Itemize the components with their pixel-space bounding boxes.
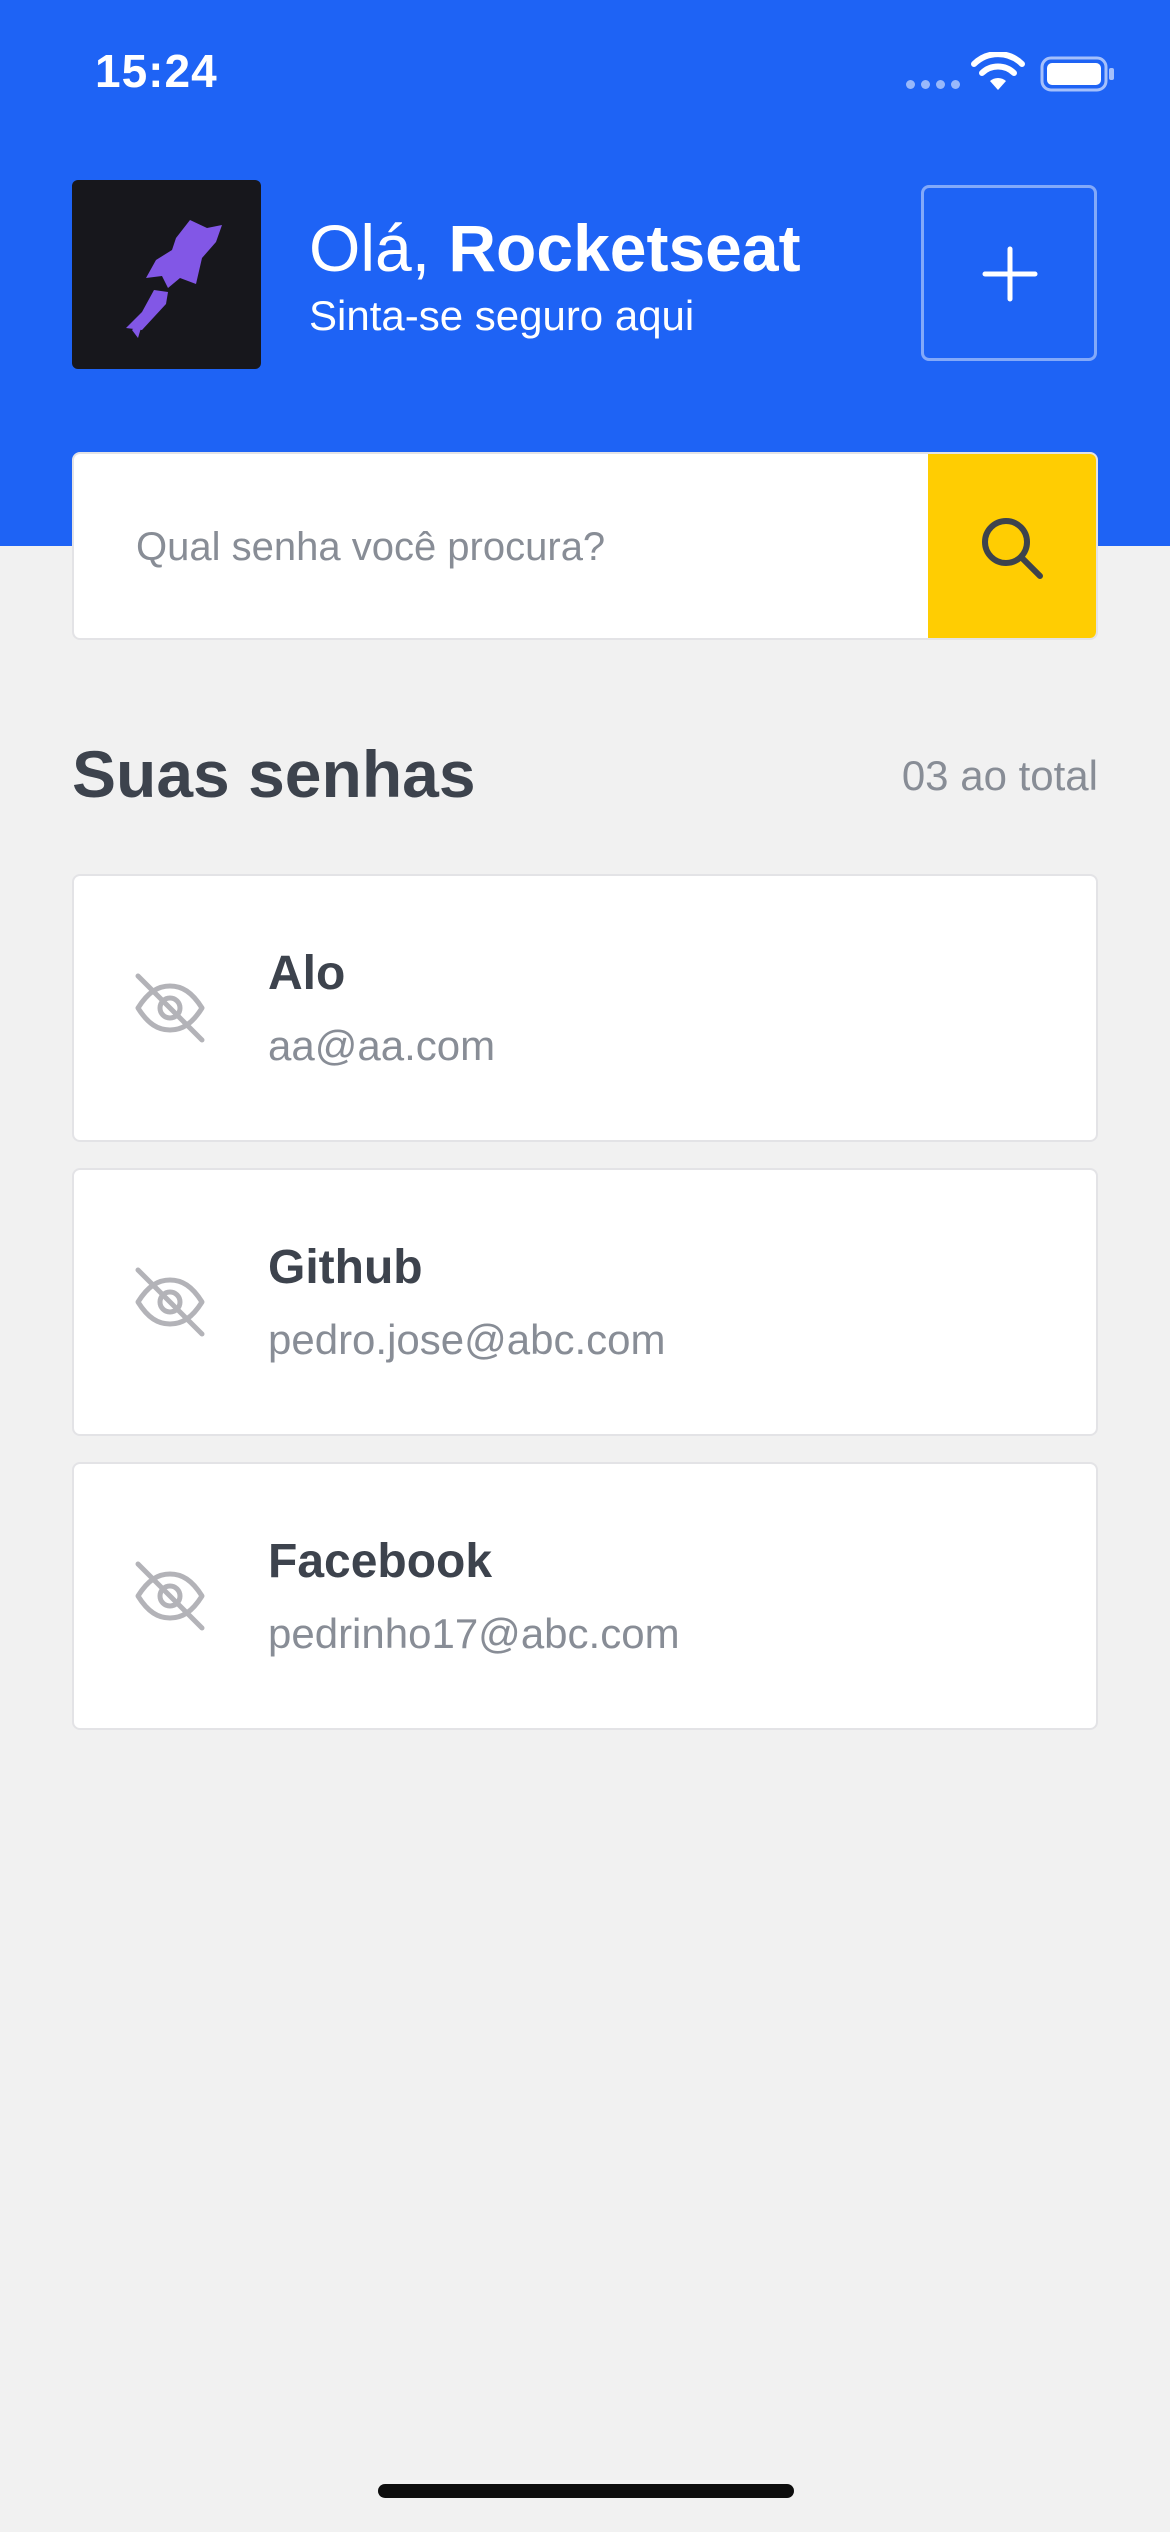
greeting: Olá, Rocketseat bbox=[309, 208, 801, 288]
password-email: aa@aa.com bbox=[268, 1022, 496, 1069]
eye-off-icon[interactable] bbox=[132, 1558, 208, 1634]
password-title: Facebook bbox=[268, 1535, 493, 1588]
status-time: 15:24 bbox=[95, 45, 218, 97]
search-button[interactable] bbox=[928, 454, 1096, 638]
user-name: Rocketseat bbox=[448, 211, 801, 285]
cellular-signal-icon bbox=[906, 80, 960, 89]
search-icon bbox=[982, 518, 1043, 579]
avatar bbox=[72, 180, 261, 369]
plus-icon bbox=[982, 246, 1038, 302]
password-card[interactable]: Github pedro.jose@abc.com bbox=[72, 1168, 1098, 1436]
header-subtitle: Sinta-se seguro aqui bbox=[309, 292, 695, 339]
search-input[interactable] bbox=[134, 454, 978, 638]
password-card[interactable]: Alo aa@aa.com bbox=[72, 874, 1098, 1142]
password-title: Github bbox=[268, 1241, 423, 1294]
search-bar bbox=[72, 452, 1098, 640]
password-title: Alo bbox=[268, 947, 346, 1000]
password-email: pedro.jose@abc.com bbox=[268, 1316, 666, 1363]
password-card[interactable]: Facebook pedrinho17@abc.com bbox=[72, 1462, 1098, 1730]
password-count: 03 ao total bbox=[901, 752, 1098, 799]
wifi-icon bbox=[970, 51, 1026, 97]
greeting-prefix: Olá, bbox=[309, 211, 449, 285]
add-password-button[interactable] bbox=[921, 185, 1097, 361]
eye-off-icon[interactable] bbox=[132, 970, 208, 1046]
rocketseat-logo-icon bbox=[126, 220, 222, 338]
password-email: pedrinho17@abc.com bbox=[268, 1610, 680, 1657]
section-title: Suas senhas bbox=[72, 737, 476, 811]
eye-off-icon[interactable] bbox=[132, 1264, 208, 1340]
battery-icon bbox=[1040, 56, 1116, 97]
home-indicator[interactable] bbox=[378, 2484, 794, 2498]
